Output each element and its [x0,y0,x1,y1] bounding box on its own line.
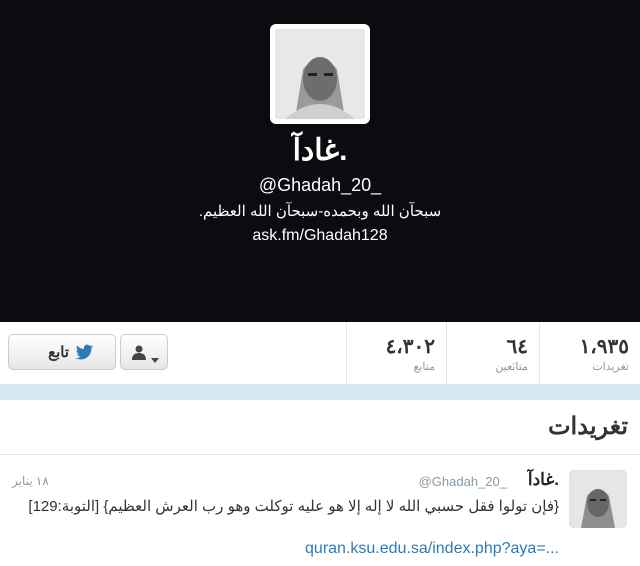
tweet-avatar[interactable] [569,470,627,528]
stat-following-label: متابَعين [495,361,528,373]
twitter-bird-icon [75,344,95,365]
stat-tweets-value: ١،٩٣٥ [579,336,629,358]
stat-following-value: ٦٤ [506,336,528,358]
user-actions-button[interactable] [120,334,168,370]
profile-avatar [275,29,365,119]
tweets-section-title: تغريدات [547,413,628,440]
stat-tweets-label: تغريدات [592,361,629,373]
profile-handle: @Ghadah_20_ [258,175,382,195]
follow-button[interactable]: تابع [8,334,116,370]
profile-header: غادآ. @Ghadah_20_ سبحآن الله وبحمده-سبحآ… [0,0,640,322]
tweet-text: {فإن تولوا فقل حسبي الله لا إله إلا هو ع… [28,498,559,515]
tweet-link[interactable]: quran.ksu.edu.sa/index.php?aya=... [305,540,559,558]
stat-following[interactable]: ٦٤ متابَعين [446,322,540,384]
profile-website-link[interactable]: ask.fm/Ghadah128 [0,227,640,245]
profile-avatar-frame[interactable] [270,24,370,124]
tweet-author-name[interactable]: غادآ. [528,470,559,490]
tweet-timestamp[interactable]: ١٨ يناير [12,474,49,488]
profile-bio: سبحآن الله وبحمده-سبحآن الله العظيم. [198,203,442,220]
profile-stats-bar: تابع ٤،٣٠٢ متابع ٦٤ متابَعين ١،٩٣٥ تغريد… [0,322,640,385]
tweet-author-handle[interactable]: @Ghadah_20_ [419,474,507,489]
stat-followers[interactable]: ٤،٣٠٢ متابع [346,322,447,384]
user-icon [131,344,147,365]
stat-followers-value: ٤،٣٠٢ [385,336,435,358]
divider-band [0,384,640,400]
follow-label: تابع [48,344,69,361]
profile-name: غادآ. [292,134,348,167]
section-divider [0,454,640,455]
chevron-down-icon [151,350,159,368]
stat-followers-label: متابع [413,361,435,373]
stat-tweets[interactable]: ١،٩٣٥ تغريدات [539,322,640,384]
